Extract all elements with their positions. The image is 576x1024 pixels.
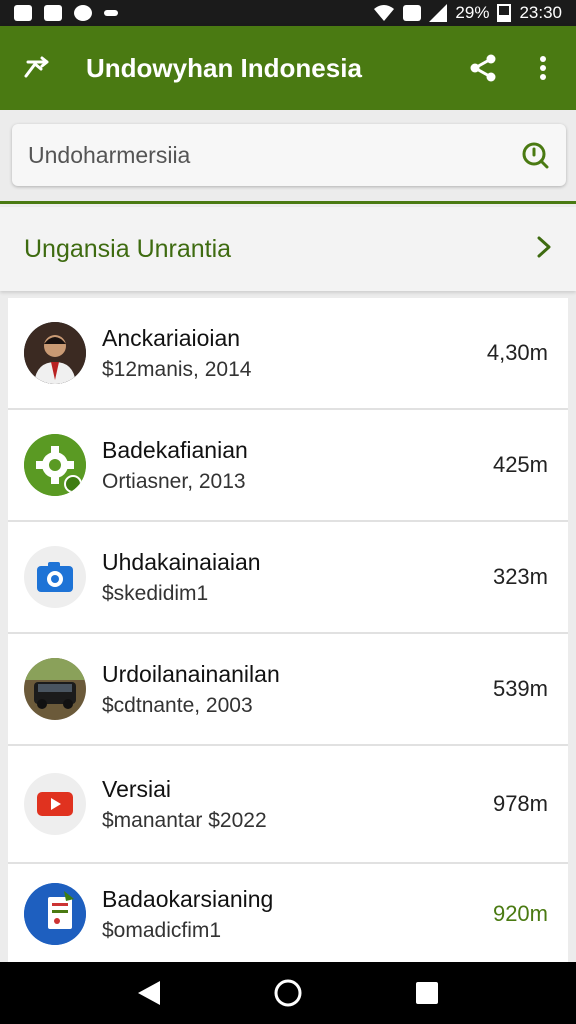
- list-item[interactable]: Urdoilanainanilan $cdtnante, 2003 539m: [8, 634, 568, 746]
- camera-icon: [24, 546, 86, 608]
- item-value: 539m: [492, 676, 548, 701]
- status-notifications: [14, 5, 118, 21]
- item-subtitle: $12manis, 2014: [102, 357, 252, 381]
- list-item[interactable]: Versiai $manantar $2022 978m: [8, 746, 568, 864]
- item-list: Anckariaioian $12manis, 2014 4,30m Badek…: [8, 298, 568, 964]
- gear-icon: [24, 434, 86, 496]
- status-bar: 29% 23:30: [0, 0, 576, 26]
- share-icon[interactable]: [468, 53, 498, 83]
- home-icon[interactable]: [273, 978, 303, 1008]
- item-subtitle: $omadicfim1: [102, 918, 222, 942]
- play-icon: [24, 773, 86, 835]
- list-item[interactable]: Badaokarsianing $omadicfim1 920m: [8, 864, 568, 964]
- search-input[interactable]: [28, 141, 520, 169]
- item-title: Versiai: [102, 775, 172, 802]
- section-row[interactable]: Ungansia Unrantia: [0, 207, 576, 291]
- nfc-icon: [403, 5, 422, 21]
- navigation-bar: [0, 962, 576, 1024]
- item-subtitle: $manantar $2022: [102, 808, 267, 832]
- item-subtitle: $cdtnante, 2003: [102, 693, 253, 717]
- car-photo: [24, 658, 86, 720]
- notification-icon: [14, 5, 32, 21]
- page-title: Undowyhan Indonesia: [86, 52, 362, 83]
- search-icon[interactable]: [520, 140, 550, 170]
- battery-percent: 29%: [455, 3, 490, 22]
- item-title: Anckariaioian: [102, 324, 241, 351]
- chevron-right-icon: [536, 235, 552, 264]
- photo-notification-icon: [44, 5, 62, 21]
- clock: 23:30: [519, 3, 562, 22]
- item-value: 323m: [492, 564, 548, 589]
- item-value: 920m: [492, 901, 548, 926]
- item-title: Badekafianian: [102, 436, 248, 463]
- more-notifications-icon: [104, 10, 118, 16]
- person-photo: [24, 322, 86, 384]
- item-value: 4,30m: [486, 340, 548, 365]
- item-value: 425m: [492, 452, 548, 477]
- signal-icon: [429, 4, 448, 22]
- item-subtitle: $skedidim1: [102, 581, 209, 605]
- back-icon[interactable]: [134, 978, 164, 1008]
- list-item[interactable]: Badekafianian Ortiasner, 2013 425m: [8, 410, 568, 522]
- wifi-icon: [374, 5, 395, 21]
- item-title: Urdoilanainanilan: [102, 660, 280, 687]
- document-icon: [24, 883, 86, 945]
- app-bar: Undowyhan Indonesia: [0, 26, 576, 110]
- list-item[interactable]: Uhdakainaiaian $skedidim1 323m: [8, 522, 568, 634]
- more-vert-icon[interactable]: [528, 53, 558, 83]
- section-label: Ungansia Unrantia: [24, 234, 232, 263]
- item-subtitle: Ortiasner, 2013: [102, 469, 246, 493]
- app-notification-icon: [74, 5, 92, 21]
- search-section: [0, 110, 576, 204]
- battery-icon: [497, 4, 512, 22]
- recents-icon[interactable]: [412, 978, 442, 1008]
- status-system: 29% 23:30: [373, 3, 562, 23]
- search-box: [12, 124, 566, 186]
- item-title: Uhdakainaiaian: [102, 548, 261, 575]
- item-value: 978m: [492, 791, 548, 816]
- trend-icon[interactable]: [22, 53, 52, 83]
- item-title: Badaokarsianing: [102, 885, 274, 912]
- list-item[interactable]: Anckariaioian $12manis, 2014 4,30m: [8, 298, 568, 410]
